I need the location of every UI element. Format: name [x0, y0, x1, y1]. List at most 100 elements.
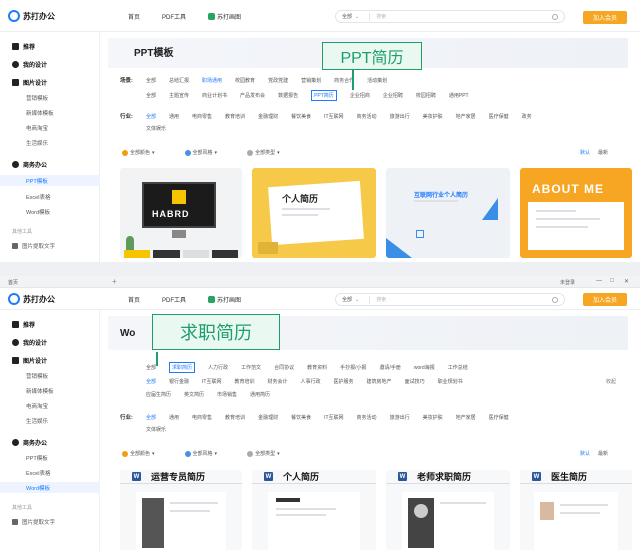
- sub-chip[interactable]: 银行金融: [169, 378, 189, 385]
- industry-chip[interactable]: 美妆护肤: [423, 414, 443, 421]
- sort-latest[interactable]: 最新: [598, 149, 608, 156]
- template-card[interactable]: 互联网行业个人简历: [386, 168, 510, 258]
- search-input[interactable]: 搜索: [376, 13, 552, 20]
- sort-default[interactable]: 默认: [580, 149, 590, 156]
- industry-chip[interactable]: 政务: [522, 113, 532, 120]
- sidebar-item-ppt[interactable]: PPT模板: [0, 175, 100, 186]
- industry-chip[interactable]: 旅游出行: [390, 113, 410, 120]
- industry-chip[interactable]: 商务活动: [357, 113, 377, 120]
- search-icon[interactable]: [552, 296, 558, 303]
- resume-card[interactable]: W 老师求职简历: [386, 470, 510, 550]
- industry-chip[interactable]: 医疗保健: [489, 113, 509, 120]
- sidebar-item-marketing[interactable]: 营销模板: [26, 372, 48, 380]
- search-input[interactable]: 搜索: [376, 296, 552, 303]
- scene-chip[interactable]: 总结汇报: [169, 77, 189, 84]
- sidebar-item-ppt[interactable]: PPT模板: [26, 454, 48, 462]
- industry-chip[interactable]: 金融理财: [258, 113, 278, 120]
- category-chip[interactable]: 人力行政: [208, 364, 228, 371]
- industry-chip[interactable]: IT互联网: [324, 414, 343, 421]
- category-chip-resume[interactable]: 求职简历: [169, 362, 196, 373]
- sidebar-item-ocr[interactable]: 图片提取文字: [12, 518, 55, 526]
- nav-suda-draw[interactable]: 苏打画图: [208, 295, 241, 304]
- resume-card[interactable]: W 个人简历: [252, 470, 376, 550]
- sub-chip[interactable]: IT互联网: [202, 378, 221, 385]
- nav-pdf-tools[interactable]: PDF工具: [162, 12, 186, 21]
- sub-chip[interactable]: 产品发布会: [240, 92, 265, 99]
- search-scope-select[interactable]: 全部: [342, 296, 352, 303]
- sub-chip[interactable]: 教育培训: [234, 378, 254, 385]
- style-filter[interactable]: 全部风格 ▾: [184, 149, 217, 156]
- tab-home[interactable]: 首页: [8, 279, 18, 286]
- industry-chip[interactable]: 餐饮美食: [291, 414, 311, 421]
- scene-chip[interactable]: 党政党建: [268, 77, 288, 84]
- sidebar-item-my-design[interactable]: 我的设计: [12, 60, 47, 69]
- sidebar-item-excel[interactable]: Excel表格: [26, 469, 50, 477]
- industry-chip[interactable]: 旅游出行: [390, 414, 410, 421]
- industry-chip[interactable]: 全部: [146, 113, 156, 120]
- nav-home[interactable]: 首页: [128, 295, 140, 304]
- sidebar-item-image-design[interactable]: 图片设计: [12, 78, 47, 87]
- sidebar-item-word[interactable]: Word模板: [26, 208, 50, 216]
- category-chip[interactable]: 邀请/手册: [379, 364, 400, 371]
- sub-chip[interactable]: 建筑房地产: [367, 378, 392, 385]
- industry-chip[interactable]: 通用: [169, 113, 179, 120]
- sidebar-item-ecommerce[interactable]: 电商淘宝: [26, 402, 48, 410]
- template-card[interactable]: 个人简历: [252, 168, 376, 258]
- sub-chip-ppt-resume[interactable]: PPT简历: [311, 90, 337, 101]
- sidebar-item-ecommerce[interactable]: 电商淘宝: [26, 124, 48, 132]
- sub-chip[interactable]: 校园招聘: [416, 92, 436, 99]
- collapse-toggle[interactable]: 收起: [606, 378, 616, 385]
- industry-chip[interactable]: 金融理财: [258, 414, 278, 421]
- sidebar-item-office[interactable]: 商务办公: [12, 160, 47, 169]
- sidebar-item-image-design[interactable]: 图片设计: [12, 356, 47, 365]
- industry-chip[interactable]: 通用: [169, 414, 179, 421]
- industry-chip[interactable]: 电商零售: [192, 113, 212, 120]
- sub-chip[interactable]: 医护服务: [334, 378, 354, 385]
- sub-chip[interactable]: 市场销售: [217, 391, 237, 398]
- category-chip[interactable]: 全部: [146, 364, 156, 371]
- template-card[interactable]: HABRD: [120, 168, 242, 258]
- industry-chip[interactable]: 电商零售: [192, 414, 212, 421]
- color-filter[interactable]: 全部颜色 ▾: [122, 450, 155, 457]
- resume-card[interactable]: W 医生简历: [520, 470, 632, 550]
- nav-home[interactable]: 首页: [128, 12, 140, 21]
- sidebar-item-lifestyle[interactable]: 生活娱乐: [26, 139, 48, 147]
- sub-chip[interactable]: 职业规划书: [438, 378, 463, 385]
- sub-chip[interactable]: 主题宣传: [169, 92, 189, 99]
- scene-chip[interactable]: 活动策划: [367, 77, 387, 84]
- sub-chip[interactable]: 数据报告: [278, 92, 298, 99]
- sidebar-item-new-media[interactable]: 新媒体模板: [26, 109, 54, 117]
- close-icon[interactable]: ✕: [624, 278, 629, 285]
- scene-chip[interactable]: 全部: [146, 77, 156, 84]
- industry-chip[interactable]: 教育培训: [225, 113, 245, 120]
- logo[interactable]: 苏打办公: [8, 293, 55, 305]
- sidebar-item-lifestyle[interactable]: 生活娱乐: [26, 417, 48, 425]
- industry-chip[interactable]: 商务活动: [357, 414, 377, 421]
- sidebar-item-marketing[interactable]: 营销模板: [26, 94, 48, 102]
- scene-chip[interactable]: 校园教育: [235, 77, 255, 84]
- sort-latest[interactable]: 最新: [598, 450, 608, 457]
- color-filter[interactable]: 全部颜色 ▾: [122, 149, 155, 156]
- minimize-icon[interactable]: —: [596, 278, 602, 284]
- sub-chip[interactable]: 企业招商: [350, 92, 370, 99]
- sidebar-item-recommend[interactable]: 推荐: [12, 42, 35, 51]
- nav-pdf-tools[interactable]: PDF工具: [162, 295, 186, 304]
- sub-chip[interactable]: 通用简历: [250, 391, 270, 398]
- category-chip[interactable]: word海报: [414, 364, 435, 371]
- category-chip[interactable]: 教育资料: [307, 364, 327, 371]
- style-filter[interactable]: 全部风格 ▾: [184, 450, 217, 457]
- industry-chip[interactable]: IT互联网: [324, 113, 343, 120]
- category-chip[interactable]: 工作总结: [448, 364, 468, 371]
- search-bar[interactable]: 全部 ⌄ 搜索: [335, 293, 565, 306]
- industry-chip[interactable]: 餐饮美食: [291, 113, 311, 120]
- nav-suda-draw[interactable]: 苏打画图: [208, 12, 241, 21]
- logo[interactable]: 苏打办公: [8, 10, 55, 22]
- sub-chip[interactable]: 全部: [146, 378, 156, 385]
- resume-card[interactable]: W 运营专员简历: [120, 470, 242, 550]
- sub-chip[interactable]: 商业计划书: [202, 92, 227, 99]
- type-filter[interactable]: 全部类型 ▾: [247, 450, 280, 457]
- industry-chip[interactable]: 全部: [146, 414, 156, 421]
- sub-chip[interactable]: 面试技巧: [405, 378, 425, 385]
- sidebar-item-recommend[interactable]: 推荐: [12, 320, 35, 329]
- industry-chip[interactable]: 医疗保健: [489, 414, 509, 421]
